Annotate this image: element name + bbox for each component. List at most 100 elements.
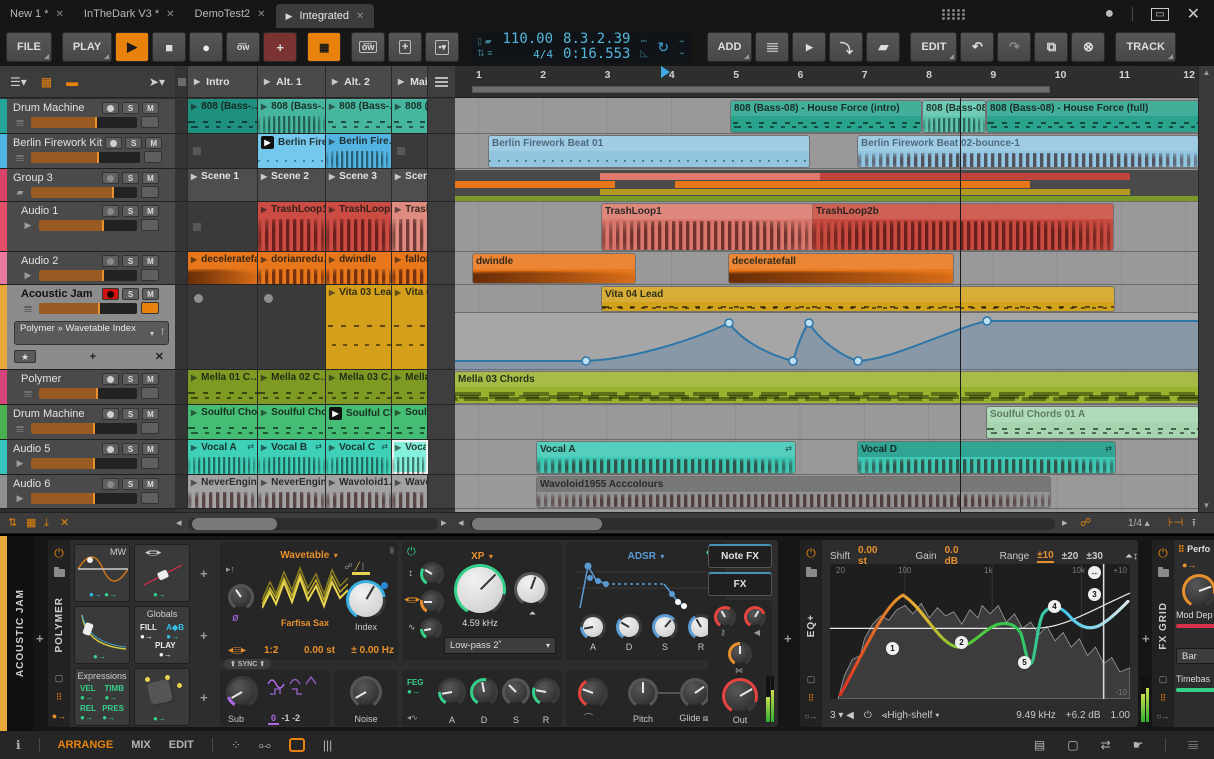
eq-band-handle[interactable]: 1 bbox=[886, 642, 899, 655]
arm-button[interactable] bbox=[102, 172, 119, 184]
track-menu-button[interactable] bbox=[141, 116, 159, 128]
clip-overdub-button[interactable]: + bbox=[388, 32, 423, 62]
redo-button[interactable]: ↷ bbox=[997, 32, 1032, 62]
undo-button[interactable]: ↶ bbox=[960, 32, 995, 62]
project-tab[interactable]: New 1 * ✕ bbox=[0, 0, 74, 28]
volume-slider[interactable] bbox=[31, 186, 137, 198]
record-button[interactable]: ● bbox=[189, 32, 224, 62]
eq-band-type-select[interactable]: ⪡High-shelf ▾ bbox=[882, 710, 940, 721]
mod-route-icon[interactable]: ●→ bbox=[1182, 560, 1196, 570]
device-power-icon[interactable]: ⏻ bbox=[1158, 546, 1168, 561]
mute-button[interactable]: M bbox=[142, 205, 159, 217]
clip-stop-slot[interactable] bbox=[258, 285, 326, 369]
arranger-clip[interactable]: Wavoloid1955 Acccolours bbox=[537, 477, 1050, 507]
wavetable-browser-icon[interactable]: ⫵ bbox=[390, 545, 394, 556]
filter-resonance-knob[interactable] bbox=[514, 572, 548, 606]
chain-icon[interactable]: ⧟ bbox=[259, 738, 271, 753]
launcher-clip[interactable]: ▶Mella bbox=[392, 370, 428, 404]
mod-expression-curve[interactable]: ●→ bbox=[74, 606, 130, 664]
mod-modwheel[interactable]: MW ●→ ●→ bbox=[74, 544, 130, 602]
arranger-clip[interactable]: Vita 04 Lead bbox=[602, 287, 1114, 311]
feg-release-knob[interactable] bbox=[532, 678, 560, 706]
volume-slider[interactable] bbox=[31, 457, 137, 469]
env-attack-knob[interactable] bbox=[580, 614, 606, 640]
scene-header[interactable]: ▶ Alt. 2 bbox=[326, 66, 392, 97]
env-decay-knob[interactable] bbox=[616, 614, 642, 640]
snap-icon[interactable]: ⊦⊣ bbox=[1168, 517, 1183, 530]
track-row[interactable]: Acoustic Jam S M 𝄙 Polymer » Wavetable Index… bbox=[0, 285, 175, 370]
noise-level-knob[interactable] bbox=[350, 676, 382, 708]
solo-button[interactable]: S bbox=[122, 172, 139, 184]
stop-clips-icon[interactable]: ✕ bbox=[60, 517, 69, 530]
show-arranger-icon[interactable]: ▬ bbox=[66, 75, 78, 89]
volume-slider[interactable] bbox=[31, 422, 137, 434]
pitch-mode-icon[interactable]: ▸↑ bbox=[226, 564, 235, 575]
arm-button[interactable] bbox=[102, 205, 119, 217]
volume-slider[interactable] bbox=[39, 302, 137, 314]
info-icon[interactable]: ℹ bbox=[16, 738, 21, 752]
arranger-track-lane[interactable]: Vocal A ⇄ Vocal D ⇄ bbox=[455, 441, 1198, 475]
launcher-clip[interactable]: ▶ dwindle bbox=[326, 252, 392, 284]
arranger-track-lane[interactable]: Soulful Chords 01 A bbox=[455, 406, 1198, 440]
env-sustain-knob[interactable] bbox=[652, 614, 678, 640]
launcher-clip[interactable]: ▶deceleratefall bbox=[188, 252, 258, 284]
launcher-clip[interactable]: ▶Berlin Fire… bbox=[258, 134, 326, 168]
automation-write-button[interactable]: o͞w bbox=[226, 32, 261, 62]
launcher-clip[interactable]: ▶ Mella 01 C… bbox=[188, 370, 258, 404]
project-tab[interactable]: InTheDark V3 * ✕ bbox=[74, 0, 185, 28]
track-height-icon[interactable]: ⇅ bbox=[8, 517, 17, 530]
add-modulator-icon[interactable]: + bbox=[200, 690, 208, 705]
overdub-button[interactable]: + bbox=[263, 32, 298, 62]
row-actions-column[interactable] bbox=[428, 440, 455, 474]
row-actions-column[interactable] bbox=[428, 370, 455, 404]
launcher-clip[interactable]: ▶808 (Bass-… bbox=[188, 99, 258, 133]
track-name[interactable]: Group 3 bbox=[13, 172, 99, 184]
mix-view-button[interactable]: MIX bbox=[131, 739, 151, 751]
virtual-keyboard-icon[interactable]: 𝄙 bbox=[1188, 738, 1198, 753]
device-panel-toggle-icon[interactable] bbox=[288, 738, 305, 752]
arranger-clip[interactable]: Berlin Firework Beat 02-bounce-1 bbox=[858, 136, 1198, 167]
launcher-clip[interactable]: ▶ 808 ( bbox=[392, 99, 428, 133]
launcher-clip[interactable]: ▶Soulf bbox=[392, 405, 428, 439]
clip-stop-column[interactable] bbox=[175, 370, 188, 404]
modulators-icon[interactable]: ⠿ bbox=[808, 693, 815, 704]
pointer-tool-icon[interactable]: ➤▾ bbox=[149, 75, 165, 89]
song-time-display[interactable]: 0:16.553 bbox=[563, 47, 630, 62]
file-menu-button[interactable]: FILE bbox=[6, 32, 52, 62]
row-actions-column[interactable] bbox=[428, 475, 455, 508]
mod-globals[interactable]: Globals FILL ●→ A◆B ●→ PLAY ●→ bbox=[134, 606, 190, 664]
io-routing-icon[interactable]: ⇄ bbox=[1101, 738, 1111, 752]
arranger-track-lane[interactable]: Berlin Firework Beat 01 Berlin Firework B… bbox=[455, 135, 1198, 169]
vel-volume-knob[interactable] bbox=[744, 606, 766, 628]
automation-star-button[interactable]: ★ bbox=[14, 350, 36, 363]
key-spread-knob[interactable] bbox=[714, 606, 736, 628]
modulators-icon[interactable]: ⠿ bbox=[1160, 693, 1167, 704]
osc-pitch-knob[interactable] bbox=[228, 584, 254, 610]
add-device-icon[interactable]: + bbox=[784, 631, 792, 646]
launcher-clip[interactable]: ▶ Vocal B ⇄ bbox=[258, 440, 326, 474]
spread-knob[interactable] bbox=[728, 642, 752, 666]
pitch-knob[interactable] bbox=[628, 678, 658, 708]
volume-slider[interactable] bbox=[39, 387, 137, 399]
eq-band-handle[interactable]: 4 bbox=[1048, 600, 1061, 613]
sub-octave-1[interactable]: -1 bbox=[282, 713, 290, 723]
eq-band-handle[interactable]: 2 bbox=[955, 636, 968, 649]
mod-out-icon[interactable]: ○→ bbox=[1157, 712, 1170, 721]
arranger-scrollbar[interactable] bbox=[470, 518, 1055, 530]
eq-band-handle[interactable]: 3 bbox=[1088, 588, 1101, 601]
add-effect-track-icon[interactable]: ⤵ bbox=[829, 32, 864, 62]
launcher-scroll-right-icon[interactable]: ▸ bbox=[441, 517, 447, 530]
track-menu-button[interactable] bbox=[141, 387, 159, 399]
track-menu-button[interactable] bbox=[141, 492, 159, 504]
launcher-clip[interactable]: ▶Soulful Cho… bbox=[258, 405, 326, 439]
metronome-icon[interactable]: ◺ bbox=[640, 49, 647, 58]
play-button[interactable]: ▶ bbox=[115, 32, 150, 62]
arranger-clip[interactable]: 808 (Bass-08) - House Force (full) bbox=[987, 101, 1198, 132]
loop-toggle-icon[interactable]: ↻ bbox=[657, 39, 669, 56]
track-menu-button[interactable] bbox=[141, 186, 159, 198]
clip-grid-icon[interactable]: ▦ bbox=[26, 517, 36, 530]
eq-band-width-handle[interactable]: ↔ bbox=[1088, 566, 1101, 579]
solo-button[interactable]: S bbox=[122, 205, 139, 217]
device-preset-icon[interactable] bbox=[805, 567, 817, 577]
add-device-icon[interactable]: + bbox=[36, 631, 44, 646]
